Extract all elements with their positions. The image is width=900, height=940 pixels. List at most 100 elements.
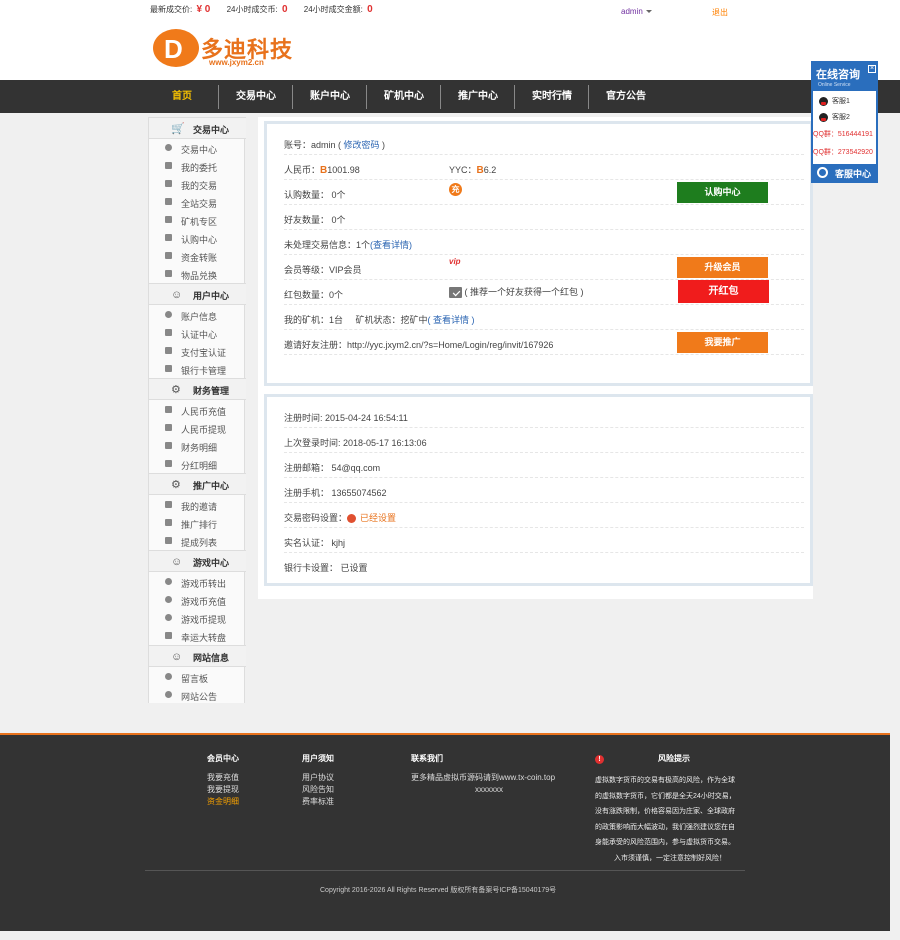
nav-item-miner[interactable]: 矿机中心 xyxy=(376,80,432,113)
list-icon xyxy=(165,501,172,508)
circle-icon xyxy=(165,596,172,603)
sidebar-item[interactable]: 我的交易 xyxy=(149,175,246,193)
nav-divider xyxy=(588,85,589,109)
sidebar-item[interactable]: 物品兑换 xyxy=(149,265,246,283)
volume-label: 24小时成交币: xyxy=(226,5,278,14)
qq-group-2[interactable]: QQ群：273542920 xyxy=(813,147,873,157)
footer-col-contact: 联系我们 更多精品虚拟币源码请到www.tx-coin.top xxxxxxx xyxy=(411,753,555,796)
lock-icon xyxy=(165,329,172,336)
nav-item-notice[interactable]: 官方公告 xyxy=(598,80,654,113)
sidebar-item[interactable]: 游戏币转出 xyxy=(149,573,246,591)
profile-row: 实名认证： kjhj xyxy=(284,528,804,553)
footer-link[interactable]: 风险告知 xyxy=(302,784,334,796)
footer-link[interactable]: 我要提现 xyxy=(207,784,239,796)
market-stats: 最新成交价: ¥ 0 24小时成交币: 0 24小时成交金额: 0 xyxy=(150,4,387,15)
sidebar-item[interactable]: 人民币充值 xyxy=(149,401,246,419)
list-icon xyxy=(165,460,172,467)
nav-item-promote[interactable]: 推广中心 xyxy=(450,80,506,113)
sidebar-item[interactable]: 幸运大转盘 xyxy=(149,627,246,645)
footer-col-title: 联系我们 xyxy=(411,754,443,763)
qq-agent-2[interactable]: 客服2 xyxy=(819,112,850,122)
nav-divider xyxy=(440,85,441,109)
nav-item-home[interactable]: 首页 xyxy=(160,80,204,113)
buy-row: 认购数量： 0个 充 认购中心 xyxy=(284,180,804,205)
trade-pwd-label: 交易密码设置： xyxy=(284,513,348,523)
sidebar-section-finance: ⚙ 财务管理 xyxy=(149,378,246,400)
qq-group-1[interactable]: QQ群：516444191 xyxy=(813,129,873,139)
sidebar-item[interactable]: 分红明细 xyxy=(149,455,246,473)
sidebar-item[interactable]: 银行卡管理 xyxy=(149,360,246,378)
edit-icon xyxy=(165,347,172,354)
open-redpack-button[interactable]: 开红包 xyxy=(678,280,769,303)
sidebar-item[interactable]: 推广排行 xyxy=(149,514,246,532)
nav-item-trade[interactable]: 交易中心 xyxy=(228,80,284,113)
view-details-link[interactable]: (查看详情) xyxy=(370,240,412,250)
sidebar-item[interactable]: 留言板 xyxy=(149,668,246,686)
footer-link[interactable]: 我要充值 xyxy=(207,772,239,784)
nav-item-market[interactable]: 实时行情 xyxy=(524,80,580,113)
footer: 会员中心 我要充值 我要提现 资金明细 用户须知 用户协议 风险告知 费率标准 … xyxy=(0,733,890,931)
logo-url: www.jxym2.cn xyxy=(209,58,264,67)
sidebar-item[interactable]: 网站公告 xyxy=(149,686,246,704)
change-password-link[interactable]: 修改密码 xyxy=(344,140,380,150)
footer-link[interactable]: 更多精品虚拟币源码请到www.tx-coin.top xyxy=(411,772,555,784)
sidebar-item[interactable]: 认购中心 xyxy=(149,229,246,247)
user-icon: ☺ xyxy=(171,651,183,663)
sidebar-item[interactable]: 我的邀请 xyxy=(149,496,246,514)
sidebar-section-title: 游戏中心 xyxy=(193,558,230,568)
sidebar-item[interactable]: 游戏币提现 xyxy=(149,609,246,627)
close-icon[interactable]: × xyxy=(868,65,876,73)
user-icon: ☺ xyxy=(171,289,183,301)
online-consult-widget: 在线咨询 Online Service × 客服1 客服2 QQ群：516444… xyxy=(811,61,878,183)
user-icon xyxy=(165,311,172,318)
redpack-hint: ( 推荐一个好友获得一个红包 ) xyxy=(464,287,584,297)
upgrade-button[interactable]: 升级会员 xyxy=(677,257,768,278)
sidebar-section-user: ☺ 用户中心 xyxy=(149,283,246,305)
sidebar-item[interactable]: 财务明细 xyxy=(149,437,246,455)
consult-subtitle: Online Service xyxy=(818,82,851,88)
logo[interactable]: D 多迪科技 www.jxym2.cn xyxy=(153,29,313,69)
invite-link[interactable]: 邀请好友注册：http://yyc.jxym2.cn/?s=Home/Login… xyxy=(284,338,553,351)
sidebar-item[interactable]: 提成列表 xyxy=(149,532,246,550)
qq-agent-1[interactable]: 客服1 xyxy=(819,96,850,106)
amount-label: 24小时成交金额: xyxy=(303,5,363,14)
sidebar-item[interactable]: 游戏币充值 xyxy=(149,591,246,609)
sidebar-item[interactable]: 人民币提现 xyxy=(149,419,246,437)
footer-col-title: 风险提示 xyxy=(658,754,690,763)
profile-row: 上次登录时间: 2018-05-17 16:13:06 xyxy=(284,428,804,453)
member-row: 会员等级：VIP会员 vip 升级会员 xyxy=(284,255,804,280)
sidebar-item[interactable]: 我的委托 xyxy=(149,157,246,175)
sidebar-section-site: ☺ 网站信息 xyxy=(149,645,246,667)
sidebar-item[interactable]: 支付宝认证 xyxy=(149,342,246,360)
sidebar-item[interactable]: 全站交易 xyxy=(149,193,246,211)
miner-details-link[interactable]: ( 查看详情 ) xyxy=(428,315,475,325)
footer-link[interactable]: 费率标准 xyxy=(302,796,334,808)
charge-badge[interactable]: 充 xyxy=(449,183,462,196)
sidebar-item[interactable]: 资金转账 xyxy=(149,247,246,265)
user-menu[interactable]: admin xyxy=(621,7,652,16)
logout-link[interactable]: 退出 xyxy=(712,7,728,18)
sidebar-item[interactable]: 账户信息 xyxy=(149,306,246,324)
email: 注册邮箱： 54@qq.com xyxy=(284,463,381,473)
buy-center-button[interactable]: 认购中心 xyxy=(677,182,768,203)
promote-button[interactable]: 我要推广 xyxy=(677,332,768,353)
nav-item-account[interactable]: 账户中心 xyxy=(302,80,358,113)
sidebar-item[interactable]: 认证中心 xyxy=(149,324,246,342)
footer-divider xyxy=(145,870,745,871)
doc-icon xyxy=(165,162,172,169)
invite-row: 邀请好友注册：http://yyc.jxym2.cn/?s=Home/Login… xyxy=(284,330,804,355)
last-price-label: 最新成交价: xyxy=(150,5,193,14)
sidebar-item[interactable]: 矿机专区 xyxy=(149,211,246,229)
nav-divider xyxy=(218,85,219,109)
service-center-link[interactable]: 客服中心 xyxy=(813,164,876,181)
edit-icon xyxy=(165,365,172,372)
bar-chart-icon xyxy=(165,537,172,544)
footer-link[interactable]: 用户协议 xyxy=(302,772,334,784)
pending-msgs: 未处理交易信息：1个 xyxy=(284,240,371,250)
footer-link[interactable]: 资金明细 xyxy=(207,796,239,808)
sidebar-item[interactable]: 交易中心 xyxy=(149,139,246,157)
sidebar-section-title: 财务管理 xyxy=(193,386,230,396)
list-icon xyxy=(165,180,172,187)
nav-divider xyxy=(292,85,293,109)
member-level: 会员等级：VIP会员 xyxy=(284,265,362,275)
